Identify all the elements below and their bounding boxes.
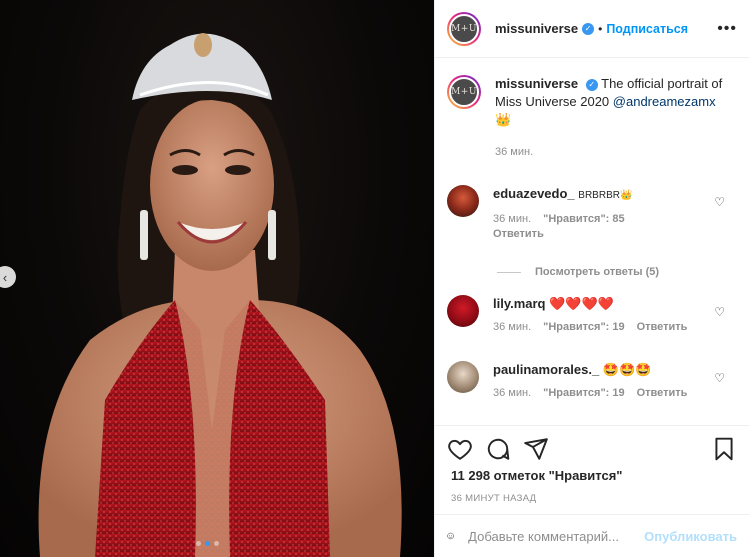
comment-meta: 36 мин. "Нравится": 85 [493,213,737,225]
caption-username[interactable]: missuniverse [495,76,578,91]
post-side-panel: M+U missuniverse ✓ • Подписаться ••• M+U… [434,0,749,557]
publish-button[interactable]: Опубликовать [644,529,737,544]
post-time[interactable]: 36 МИНУТ НАЗАД [447,493,737,504]
header-username[interactable]: missuniverse [495,21,578,36]
commenter-avatar[interactable] [447,361,479,393]
comment-time[interactable]: 36 мин. [493,321,531,333]
comment-content: BRBRBR👑 [578,190,633,201]
separator-dot: • [598,21,603,36]
comments-section: M+U missuniverse ✓ The official portrait… [435,59,749,425]
post-actions: 11 298 отметок "Нравится" 36 МИНУТ НАЗАД [435,425,749,504]
reply-button[interactable]: Ответить [493,228,737,240]
comment-body: lily.marq ❤️❤️❤️❤️ 36 мин. "Нравится": 1… [493,295,737,333]
follow-button[interactable]: Подписаться [606,22,688,36]
comment-input[interactable] [468,528,645,544]
avatar[interactable]: M+U [447,11,481,46]
heart-icon[interactable] [447,436,473,462]
post-photo[interactable]: ‹ [0,0,434,557]
commenter-avatar[interactable] [447,295,479,327]
comment-content: ❤️❤️❤️❤️ [549,296,614,311]
comment-text: lily.marq ❤️❤️❤️❤️ [493,295,737,312]
caption-mention[interactable]: @andreamezamx [613,94,716,109]
comment-likes[interactable]: "Нравится": 19 [543,387,624,399]
comment-text: eduazevedo_ BRBRBR👑 [493,185,737,204]
bookmark-icon[interactable] [711,436,737,462]
post-header: M+U missuniverse ✓ • Подписаться ••• [435,0,749,58]
avatar-logo: M+U [449,77,479,107]
view-replies-button[interactable]: Посмотреть ответы (5) [497,266,659,278]
caption-text: missuniverse ✓ The official portrait of … [495,75,737,161]
comment-username[interactable]: lily.marq [493,296,546,311]
comment-item: lily.marq ❤️❤️❤️❤️ 36 мин. "Нравится": 1… [447,295,737,333]
action-icons [447,432,737,466]
more-options-icon[interactable]: ••• [717,20,737,38]
comment-item: paulinamorales._ 🤩🤩🤩 36 мин. "Нравится":… [447,361,737,399]
comment-username[interactable]: paulinamorales._ [493,362,599,377]
share-icon[interactable] [523,436,549,462]
add-comment-bar: Опубликовать [435,514,749,557]
reply-button[interactable]: Ответить [637,387,688,399]
comment-likes[interactable]: "Нравится": 19 [543,321,624,333]
comment-item: eduazevedo_ BRBRBR👑 36 мин. "Нравится": … [447,185,737,240]
verified-badge-icon: ✓ [585,78,598,91]
carousel-dot-active [205,541,210,546]
avatar-logo: M+U [449,13,479,44]
carousel-dot [196,541,201,546]
comment-content: 🤩🤩🤩 [602,362,652,377]
caption: M+U missuniverse ✓ The official portrait… [447,59,737,161]
carousel-dots [196,541,219,546]
comment-icon[interactable] [485,436,511,462]
view-replies-label: Посмотреть ответы (5) [535,266,660,278]
comment-time[interactable]: 36 мин. [493,387,531,399]
comment-meta: 36 мин. "Нравится": 19 Ответить [493,321,737,333]
comment-like-heart-icon[interactable]: ♡ [714,371,725,385]
portrait-image [38,33,402,557]
caption-avatar[interactable]: M+U [447,75,481,109]
comment-likes[interactable]: "Нравится": 85 [543,213,624,225]
comment-meta: 36 мин. "Нравится": 19 Ответить [493,387,737,399]
emoji-icon[interactable] [447,524,454,548]
verified-badge-icon: ✓ [582,22,595,35]
carousel-dot [214,541,219,546]
comment-username[interactable]: eduazevedo_ [493,186,575,201]
crown-emoji: 👑 [495,112,512,127]
comment-text: paulinamorales._ 🤩🤩🤩 [493,361,737,378]
commenter-avatar[interactable] [447,185,479,217]
comment-body: eduazevedo_ BRBRBR👑 36 мин. "Нравится": … [493,185,737,240]
likes-count[interactable]: 11 298 отметок "Нравится" [447,468,737,483]
comment-body: paulinamorales._ 🤩🤩🤩 36 мин. "Нравится":… [493,361,737,399]
caption-time[interactable]: 36 мин. [495,143,737,161]
comment-time[interactable]: 36 мин. [493,213,531,225]
comment-like-heart-icon[interactable]: ♡ [714,305,725,319]
replies-divider [497,271,521,273]
comment-like-heart-icon[interactable]: ♡ [714,195,725,209]
reply-button[interactable]: Ответить [637,321,688,333]
